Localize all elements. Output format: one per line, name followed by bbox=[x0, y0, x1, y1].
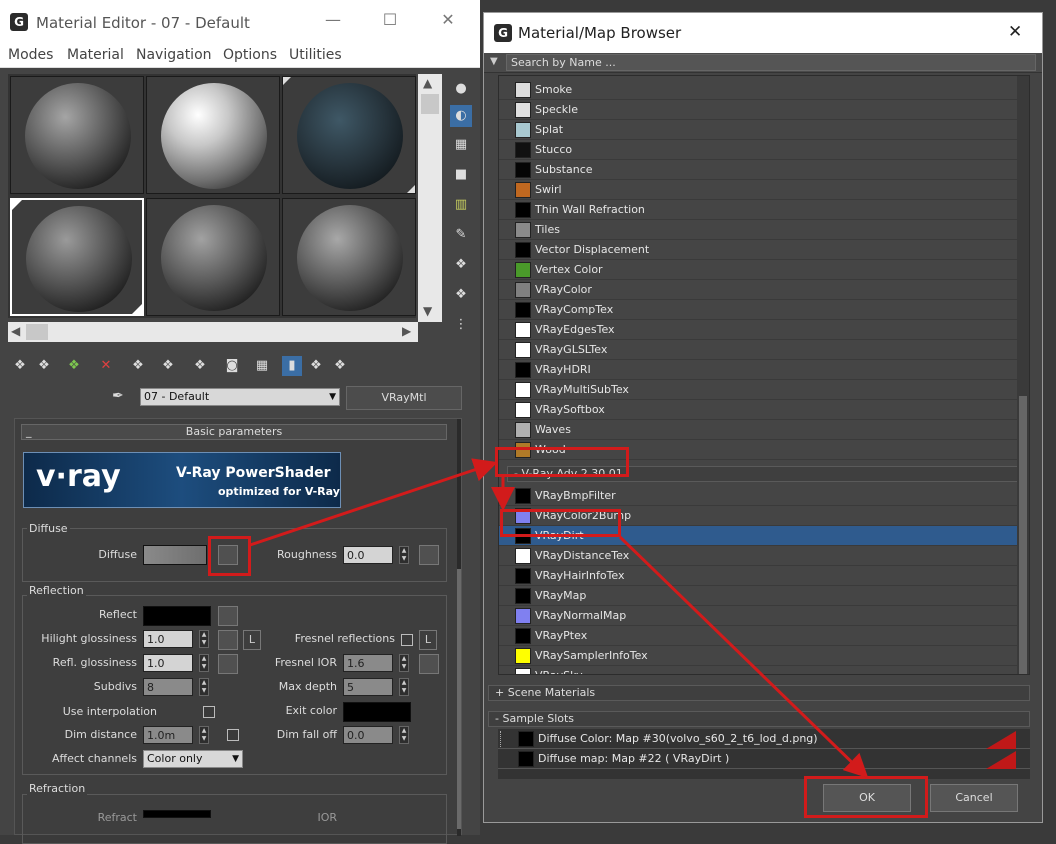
arrow-to-ok bbox=[618, 535, 869, 779]
annotation-arrows bbox=[249, 458, 869, 779]
arrow-to-vray-group bbox=[249, 458, 498, 547]
